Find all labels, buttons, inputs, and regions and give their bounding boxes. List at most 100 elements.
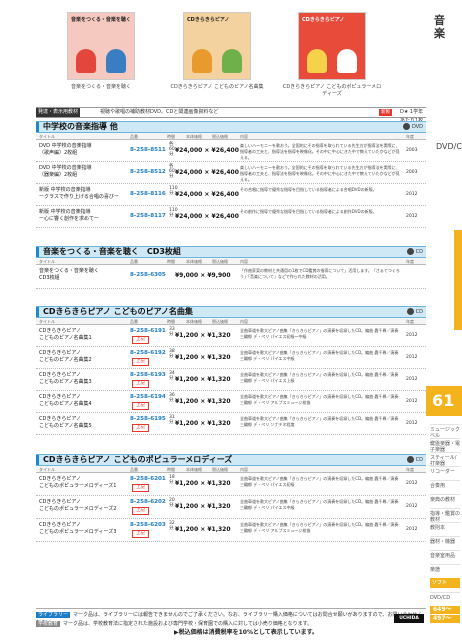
description: 全曲車道を歌大ピアノ曲集「きらきらピアノ」の演奏を収録したCD。編曲 轟千尋／演… bbox=[240, 416, 399, 427]
column-header-cell: 年度 bbox=[406, 467, 414, 472]
product-name-line-2: こどものポピュラーメロディーズ1 bbox=[39, 483, 117, 489]
sidebar-item[interactable]: DVD/CD bbox=[430, 592, 460, 601]
sidebar-item[interactable]: 器材・機器 bbox=[430, 536, 460, 545]
price-separator: × bbox=[200, 526, 206, 533]
legend-tag: 発達・表示用教材 bbox=[36, 108, 81, 117]
column-header-cell: 時間 bbox=[167, 259, 175, 264]
sidebar-item[interactable]: 教則本 bbox=[430, 522, 460, 531]
product-row[interactable]: CDきらきらピアノ こどものポピュラーメロディーズ2 8-258-6202 上記 20分… bbox=[36, 496, 426, 519]
column-header: タイトル 品番 時間 本体価格 税込価格 内容 年度 bbox=[36, 258, 426, 265]
description: その創作に指導で優秀な指導を目指している指導者による創作DVDの新版。 bbox=[240, 209, 377, 214]
sidebar-item[interactable]: 指導・鑑賞の教材 bbox=[430, 508, 460, 523]
cover-figure bbox=[106, 49, 126, 73]
sidebar-item[interactable]: ミュージックベル bbox=[430, 424, 460, 439]
product-name-line-2: ー心に響く創作を求めてー bbox=[39, 216, 100, 222]
column-header-cell: タイトル bbox=[39, 467, 55, 472]
sidebar-codes: 649〜 497〜 bbox=[430, 606, 460, 624]
price: ¥24,000 × ¥26,400 bbox=[175, 213, 239, 220]
sidebar-accent-bar bbox=[454, 230, 462, 330]
footer-note-2-text: マーク品は、学校教育法に指定された施設および専門学校・保育園での購入に対しては小… bbox=[63, 621, 313, 627]
release-year: 2003 bbox=[406, 170, 418, 175]
tax-note: ▶税込価格は消費税率を10%として表示しています。 bbox=[174, 629, 319, 636]
column-header-cell: 税込価格 bbox=[212, 259, 228, 264]
disc-icon bbox=[406, 248, 414, 255]
media-mark-label: CD bbox=[415, 309, 423, 315]
product-row[interactable]: CDきらきらピアノ こどものピアノ名曲集1 8-258-6191 上記 33分 ¥1,20… bbox=[36, 325, 426, 347]
section-header: 中学校の音楽指導 他 DVD bbox=[36, 121, 426, 133]
sidebar-code-1: 649〜 bbox=[430, 606, 460, 614]
sidebar-item[interactable]: リコーダー bbox=[430, 466, 460, 475]
sidebar-item[interactable]: 楽典の教材 bbox=[430, 494, 460, 503]
tax-price: ¥26,400 bbox=[211, 191, 239, 198]
product-row[interactable]: CDきらきらピアノ こどものピアノ名曲集4 8-258-6194 上記 36分 ¥1,20… bbox=[36, 391, 426, 413]
new-badge: 上記 bbox=[132, 484, 149, 492]
tax-price: ¥1,320 bbox=[207, 480, 231, 487]
list-price: ¥1,200 bbox=[175, 354, 199, 361]
product-name-line-1: DVD 中学校の音楽指導 bbox=[39, 143, 92, 149]
uchida-logo: UCHIDA bbox=[394, 614, 424, 623]
media-mark-label: CD bbox=[415, 457, 423, 463]
sidebar-subcategory: DVD/CD bbox=[436, 142, 462, 151]
duration: 20分 bbox=[169, 498, 175, 508]
list-price: ¥9,000 bbox=[175, 272, 199, 279]
section-header: 音楽をつくる・音楽を聴く CD3枚組 CD bbox=[36, 246, 426, 258]
product-name: 音楽をつくる・音楽を聴く CD3枚組 bbox=[39, 268, 99, 282]
list-price: ¥24,000 bbox=[175, 169, 203, 176]
price-separator: × bbox=[204, 147, 210, 154]
sidebar-item[interactable]: スティール/打楽器 bbox=[430, 452, 460, 467]
release-year: 2012 bbox=[406, 192, 418, 197]
product-code: 8-258-6305 bbox=[130, 272, 166, 278]
price-separator: × bbox=[204, 191, 210, 198]
sidebar-item[interactable]: 音楽室用品 bbox=[430, 550, 460, 559]
column-header-cell: タイトル bbox=[39, 319, 55, 324]
sidebar-item[interactable]: 鍵盤楽器・電子楽器 bbox=[430, 438, 460, 453]
tax-price: ¥9,900 bbox=[207, 272, 231, 279]
price: ¥24,000 × ¥26,400 bbox=[175, 191, 239, 198]
product-name: CDきらきらピアノ こどものピアノ名曲集2 bbox=[39, 350, 92, 364]
column-header-cell: タイトル bbox=[39, 134, 55, 139]
tax-price: ¥26,400 bbox=[211, 147, 239, 154]
cover-image-1: 音楽をつくる・音楽を聴く bbox=[67, 12, 135, 80]
product-row[interactable]: CDきらきらピアノ こどものピアノ名曲集2 8-258-6192 上記 38分 ¥1,20… bbox=[36, 347, 426, 369]
product-row[interactable]: CDきらきらピアノ こどものピアノ名曲集5 8-258-6195 上記 31分 ¥1,20… bbox=[36, 413, 426, 435]
product-code: 8-258-8117 bbox=[130, 213, 166, 219]
product-code: 8-258-8511 bbox=[130, 147, 166, 153]
product-name-line-1: 音楽をつくる・音楽を聴く bbox=[39, 268, 99, 274]
price: ¥1,200 × ¥1,320 bbox=[175, 526, 231, 533]
product-row[interactable]: CDきらきらピアノ こどものポピュラーメロディーズ3 8-258-6203 上記 32分… bbox=[36, 519, 426, 542]
product-code: 8-258-8116 bbox=[130, 191, 166, 197]
column-header-cell: 年度 bbox=[406, 259, 414, 264]
product-row[interactable]: 新版 中学校の音楽指導 ー心に響く創作を求めてー 8-258-8117 110分 ¥24… bbox=[36, 206, 426, 228]
cover-title-1: 音楽をつくる・音楽を聴く bbox=[71, 17, 131, 23]
column-header-cell: 品番 bbox=[130, 319, 138, 324]
description: 全曲車道を歌大ピアノ曲集「きらきらピアノ」の演奏を収録したCD。編曲 轟千尋／演… bbox=[240, 328, 399, 339]
new-badge: 上記 bbox=[132, 424, 149, 432]
product-row[interactable]: 新版 中学校の音楽指導 ークラスで作り上げる合唱の喜びー 8-258-8116 110… bbox=[36, 184, 426, 206]
column-header-cell: 年度 bbox=[406, 134, 414, 139]
sidebar-item[interactable]: 合奏用 bbox=[430, 480, 460, 489]
release-year: 2012 bbox=[406, 421, 418, 426]
price-separator: × bbox=[204, 169, 210, 176]
product-row[interactable]: DVD 中学校の音楽指導 （歌声編）2枚組 8-258-8511 各60分 ¥24,00… bbox=[36, 140, 426, 162]
duration: 38分 bbox=[169, 349, 175, 359]
sidebar-item[interactable]: ソフト bbox=[430, 578, 460, 588]
product-row[interactable]: DVD 中学校の音楽指導 （器楽編）2枚組 8-258-8512 各60分 ¥24,00… bbox=[36, 162, 426, 184]
product-row[interactable]: CDきらきらピアノ こどものポピュラーメロディーズ1 8-258-6201 上記 18分… bbox=[36, 473, 426, 496]
price: ¥1,200 × ¥1,320 bbox=[175, 503, 231, 510]
product-name-line-2: こどものピアノ名曲集2 bbox=[39, 357, 92, 363]
list-price: ¥1,200 bbox=[175, 526, 199, 533]
sidebar-item[interactable]: 楽譜 bbox=[430, 564, 460, 573]
product-section: CDきらきらピアノ こどものピアノ名曲集 CD タイトル 品番 時間 本体価格 税込価格 内容… bbox=[36, 306, 426, 435]
disc-icon bbox=[406, 456, 414, 463]
product-name-line-2: ークラスで作り上げる合唱の喜びー bbox=[39, 194, 119, 200]
tax-price: ¥26,400 bbox=[211, 169, 239, 176]
product-name-line-1: CDきらきらピアノ bbox=[39, 476, 81, 482]
duration: 36分 bbox=[169, 393, 175, 403]
column-header-cell: 品番 bbox=[130, 467, 138, 472]
product-section: 音楽をつくる・音楽を聴く CD3枚組 CD タイトル 品番 時間 本体価格 税込価格 内容 年度… bbox=[36, 246, 426, 289]
product-row[interactable]: 音楽をつくる・音楽を聴く CD3枚組 8-258-6305 ¥9,000 × ¥9,9… bbox=[36, 265, 426, 289]
tax-price: ¥1,320 bbox=[207, 354, 231, 361]
product-row[interactable]: CDきらきらピアノ こどものピアノ名曲集3 8-258-6193 上記 34分 ¥1,20… bbox=[36, 369, 426, 391]
release-year: 2012 bbox=[406, 481, 418, 486]
sidebar-category: 音楽 bbox=[434, 14, 445, 40]
